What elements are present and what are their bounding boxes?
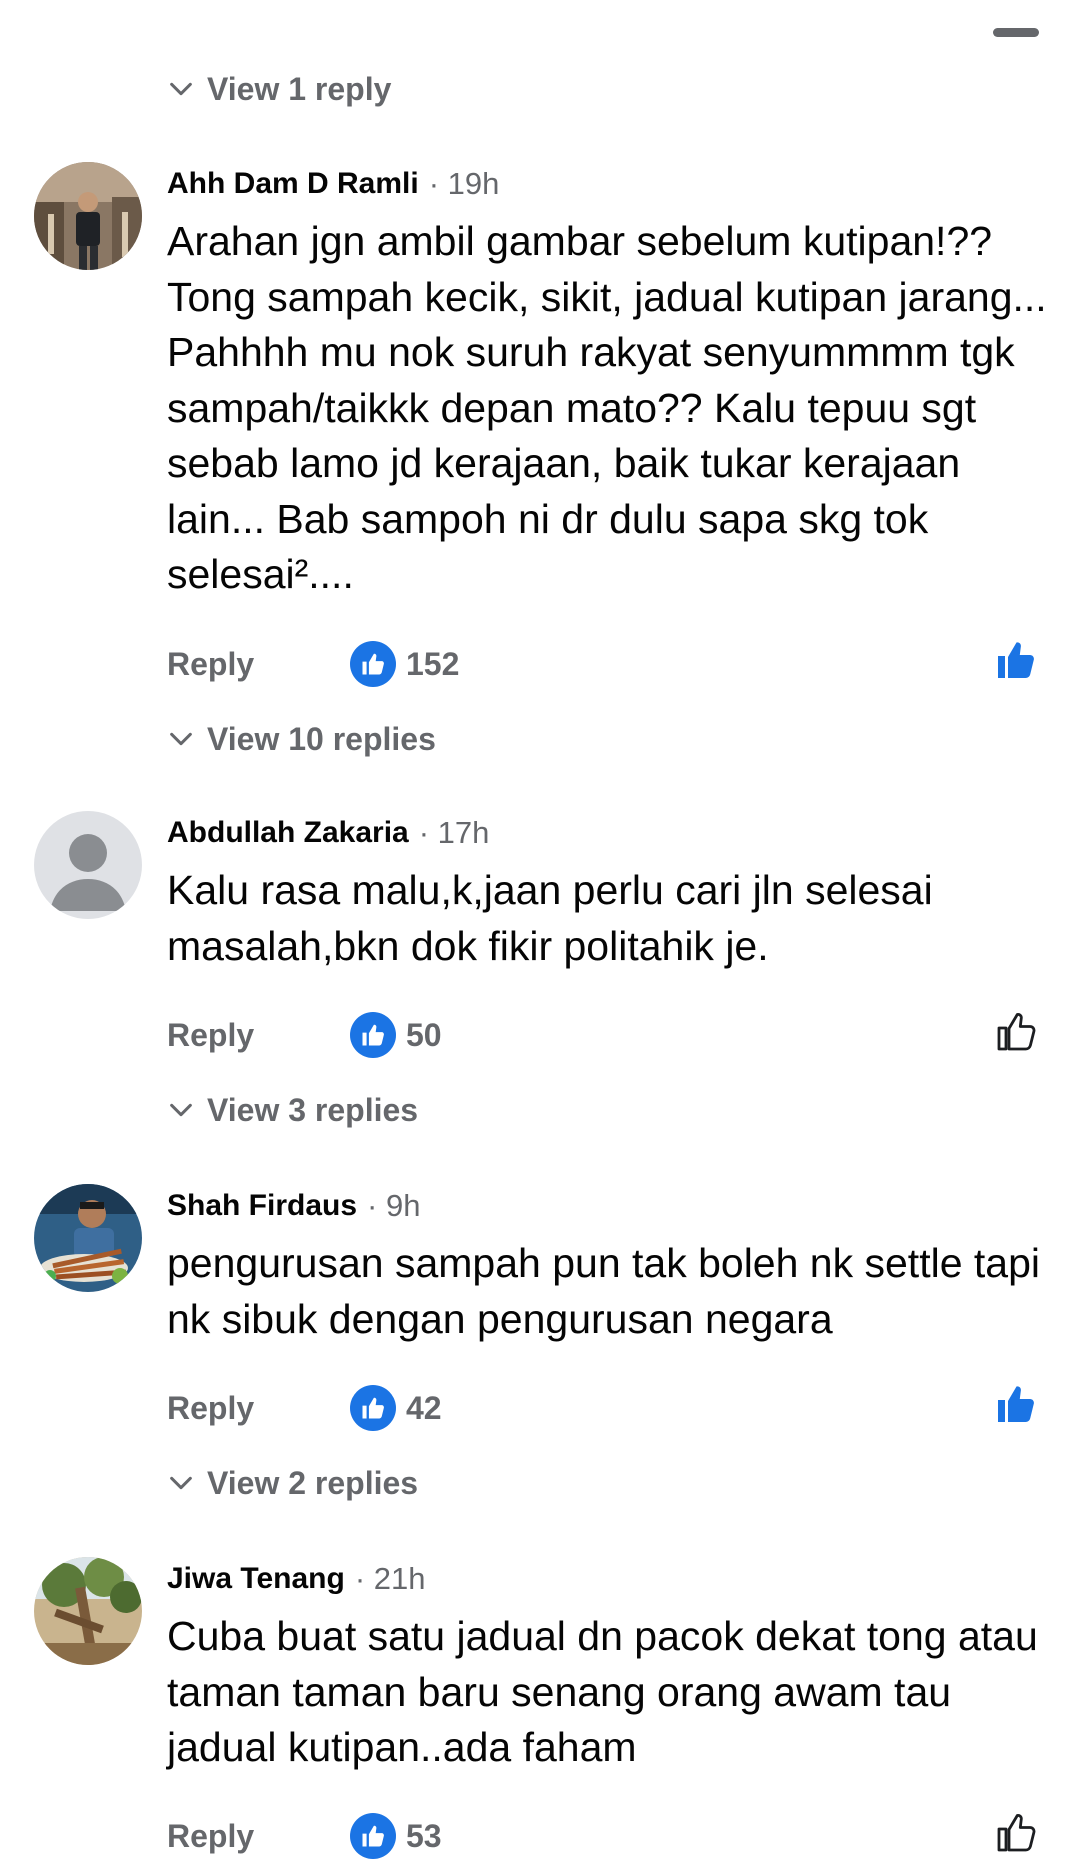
comment-text: Kalu rasa malu,k,jaan perlu cari jln sel… xyxy=(167,867,933,969)
reaction-count: 50 xyxy=(406,1016,442,1053)
thumbs-up-icon xyxy=(350,1012,396,1058)
reaction-summary[interactable]: 152 xyxy=(350,640,459,688)
avatar[interactable] xyxy=(34,162,142,270)
reaction-count: 42 xyxy=(406,1389,442,1426)
view-replies-label: View 1 reply xyxy=(207,70,392,107)
comment-text: Cuba buat satu jadual dn pacok dekat ton… xyxy=(167,1613,1038,1770)
previous-comment-remnant xyxy=(993,28,1039,37)
like-button[interactable] xyxy=(993,636,1041,684)
thumbs-up-icon xyxy=(350,641,396,687)
chevron-down-icon xyxy=(170,82,192,96)
reaction-count: 53 xyxy=(406,1817,442,1854)
chevron-down-icon xyxy=(170,1103,192,1117)
comment-author[interactable]: Jiwa Tenang xyxy=(167,1562,345,1596)
comment-author[interactable]: Abdullah Zakaria xyxy=(167,816,409,850)
chevron-down-icon xyxy=(170,1476,192,1490)
reaction-count: 152 xyxy=(406,645,460,682)
reaction-summary[interactable]: 42 xyxy=(350,1384,442,1432)
like-button[interactable] xyxy=(993,1808,1041,1856)
thumbs-up-filled-icon xyxy=(998,1386,1034,1422)
view-replies-label: View 3 replies xyxy=(207,1091,419,1128)
avatar[interactable] xyxy=(34,1184,142,1292)
comment-time: · 21h xyxy=(354,1561,426,1596)
avatar[interactable] xyxy=(34,1557,142,1665)
comment-time: · 17h xyxy=(418,815,490,850)
reply-button[interactable]: Reply xyxy=(167,1814,254,1858)
comment-author[interactable]: Shah Firdaus xyxy=(167,1189,357,1223)
view-replies-label: View 2 replies xyxy=(207,1464,419,1501)
comment-text: Arahan jgn ambil gambar sebelum kutipan!… xyxy=(167,218,1047,597)
thumbs-up-outline-icon xyxy=(997,1814,1036,1852)
comment-time: · 19h xyxy=(428,166,500,201)
thumbs-up-icon xyxy=(350,1385,396,1431)
comment-time: · 9h xyxy=(367,1188,421,1223)
comment-author[interactable]: Ahh Dam D Ramli xyxy=(167,167,419,201)
reply-button[interactable]: Reply xyxy=(167,1013,254,1057)
thumbs-up-icon xyxy=(350,1813,396,1859)
reaction-summary[interactable]: 50 xyxy=(350,1011,442,1059)
chevron-down-icon xyxy=(170,732,192,746)
view-replies-link[interactable]: View 2 replies xyxy=(167,1461,418,1505)
view-replies-link[interactable]: View 1 reply xyxy=(167,67,391,111)
thumbs-up-filled-icon xyxy=(998,642,1034,678)
reply-button[interactable]: Reply xyxy=(167,642,254,686)
thumbs-up-outline-icon xyxy=(997,1013,1036,1051)
comment-text: pengurusan sampah pun tak boleh nk settl… xyxy=(167,1240,1040,1342)
reply-button[interactable]: Reply xyxy=(167,1386,254,1430)
avatar[interactable] xyxy=(34,811,142,919)
like-button[interactable] xyxy=(993,1007,1041,1055)
view-replies-label: View 10 replies xyxy=(207,720,436,757)
reaction-summary[interactable]: 53 xyxy=(350,1812,442,1860)
like-button[interactable] xyxy=(993,1380,1041,1428)
view-replies-link[interactable]: View 3 replies xyxy=(167,1088,418,1132)
view-replies-link[interactable]: View 10 replies xyxy=(167,717,436,761)
